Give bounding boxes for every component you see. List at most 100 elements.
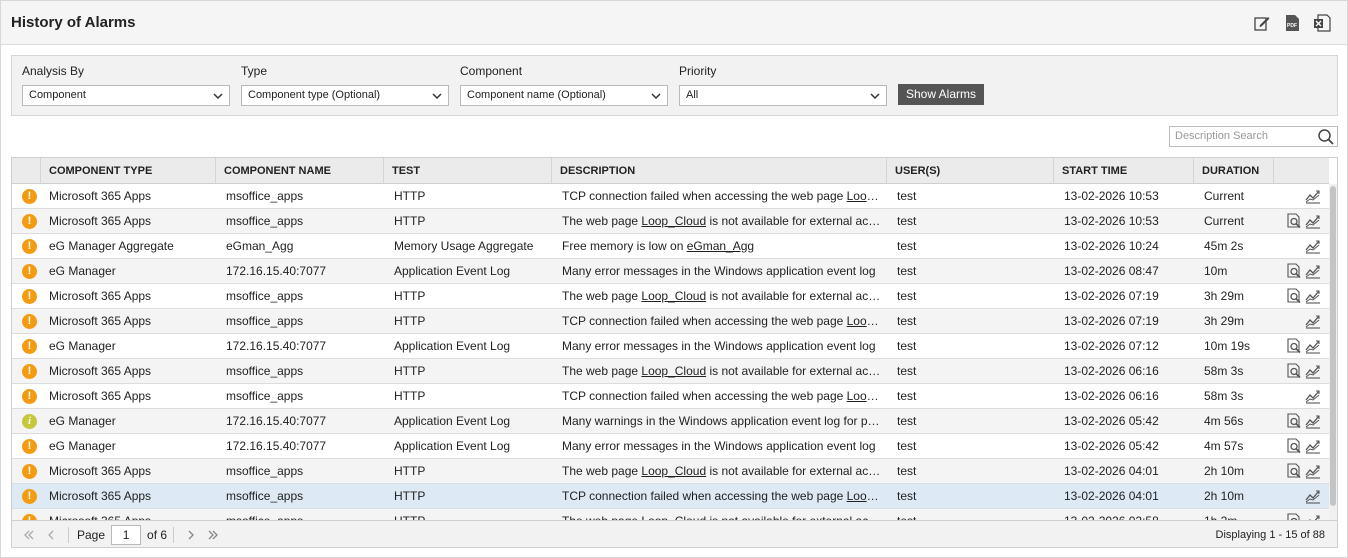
detail-diagnosis-icon[interactable] (1286, 463, 1302, 479)
cell-duration: 45m 2s (1204, 239, 1244, 253)
alert-severity-icon: ! (22, 464, 37, 479)
detail-diagnosis-icon[interactable] (1286, 413, 1302, 429)
table-row[interactable]: !Microsoft 365 Appsmsoffice_appsHTTPThe … (12, 284, 1329, 309)
table-row[interactable]: ! Microsoft 365 Apps msoffice_apps HTTP TCP … (12, 384, 1329, 409)
cell-start-time: 13-02-2026 07:12 (1064, 339, 1159, 353)
table-row[interactable]: ! Microsoft 365 Apps msoffice_apps HTTP TCP … (12, 484, 1329, 509)
search-icon[interactable] (1317, 128, 1335, 146)
description-link[interactable]: Loop_Cloud (847, 389, 882, 403)
trend-graph-icon[interactable] (1305, 488, 1321, 504)
table-row[interactable]: ! eG Manager 172.16.15.40:7077 Application … (12, 334, 1329, 359)
pdf-icon[interactable]: PDF (1283, 14, 1301, 32)
column-header-duration[interactable]: DURATION (1194, 158, 1274, 184)
detail-diagnosis-icon[interactable] (1286, 363, 1302, 379)
row-actions (1286, 338, 1321, 354)
detail-diagnosis-icon[interactable] (1286, 288, 1302, 304)
cell-component-type: Microsoft 365 Apps (49, 289, 152, 303)
edit-icon[interactable] (1253, 14, 1271, 32)
description-link[interactable]: Loop_Cloud (847, 314, 882, 328)
table-row[interactable]: !Microsoft 365 Appsmsoffice_appsHTTPThe … (12, 209, 1329, 234)
table-row[interactable]: ! Microsoft 365 Apps msoffice_apps HTTP TCP … (12, 184, 1329, 209)
cell-component-type: eG Manager (49, 439, 116, 453)
description-link[interactable]: eGman_Agg (687, 239, 754, 253)
row-actions (1286, 438, 1321, 454)
last-page-icon[interactable] (202, 524, 224, 546)
cell-start-time: 13-02-2026 07:19 (1064, 289, 1159, 303)
component-group: Component Component name (Optional) (460, 64, 668, 106)
prev-page-icon[interactable] (40, 524, 62, 546)
column-header-description[interactable]: DESCRIPTION (552, 158, 887, 184)
table-header: COMPONENT TYPE COMPONENT NAME TEST DESCR… (12, 158, 1329, 184)
vertical-scrollbar[interactable] (1329, 184, 1337, 520)
table-row[interactable]: !Microsoft 365 Appsmsoffice_appsHTTPThe … (12, 359, 1329, 384)
trend-graph-icon[interactable] (1305, 313, 1321, 329)
trend-graph-icon[interactable] (1305, 388, 1321, 404)
table-row[interactable]: !Microsoft 365 Appsmsoffice_appsHTTPThe … (12, 459, 1329, 484)
cell-start-time: 13-02-2026 08:47 (1064, 264, 1159, 278)
cell-users: test (897, 364, 917, 378)
excel-icon[interactable] (1313, 13, 1331, 32)
detail-diagnosis-icon[interactable] (1286, 338, 1302, 354)
trend-graph-icon[interactable] (1305, 238, 1321, 254)
trend-graph-icon[interactable] (1305, 263, 1321, 279)
description-link[interactable]: Loop_Cloud (641, 364, 706, 378)
cell-duration: 4m 56s (1204, 414, 1244, 428)
column-header-component-type[interactable]: COMPONENT TYPE (41, 158, 216, 184)
cell-start-time: 13-02-2026 02:58 (1064, 509, 1199, 520)
table-row[interactable]: ! eG Manager 172.16.15.40:7077 Application … (12, 434, 1329, 459)
priority-group: Priority All (679, 64, 887, 106)
analysis-by-select[interactable]: Component (22, 85, 230, 106)
row-actions (1286, 263, 1321, 279)
alert-severity-icon: ! (22, 314, 37, 329)
cell-component-name: msoffice_apps (226, 489, 304, 503)
scrollbar-thumb[interactable] (1330, 186, 1336, 506)
description-link[interactable]: Loop_Cloud (641, 464, 706, 478)
page-number-input[interactable]: 1 (111, 524, 142, 545)
column-header-component-name[interactable]: COMPONENT NAME (216, 158, 384, 184)
table-row[interactable]: !Microsoft 365 Appsmsoffice_appsHTTPThe … (12, 509, 1329, 520)
cell-duration: 3h 29m (1204, 314, 1245, 328)
cell-test: HTTP (394, 464, 426, 478)
cell-component-name: msoffice_apps (226, 364, 304, 378)
trend-graph-icon[interactable] (1305, 413, 1321, 429)
description-text: is not available for external access (706, 214, 882, 228)
cell-test: Application Event Log (394, 439, 511, 453)
description-link[interactable]: Loop_Cloud (847, 489, 882, 503)
show-alarms-button[interactable]: Show Alarms (898, 84, 984, 105)
cell-test: Application Event Log (394, 414, 511, 428)
trend-graph-icon[interactable] (1305, 288, 1321, 304)
page-label: Page (77, 527, 106, 542)
column-header-users[interactable]: USER(S) (887, 158, 1054, 184)
cell-duration: Current (1204, 214, 1245, 228)
description-link[interactable]: Loop_Cloud (847, 189, 882, 203)
trend-graph-icon[interactable] (1305, 213, 1321, 229)
trend-graph-icon[interactable] (1305, 513, 1321, 520)
component-select[interactable]: Component name (Optional) (460, 85, 668, 106)
trend-graph-icon[interactable] (1305, 338, 1321, 354)
first-page-icon[interactable] (18, 524, 40, 546)
trend-graph-icon[interactable] (1305, 363, 1321, 379)
detail-diagnosis-icon[interactable] (1286, 513, 1302, 520)
description-link[interactable]: Loop_Cloud (641, 214, 706, 228)
table-row[interactable]: ! Microsoft 365 Apps msoffice_apps HTTP TCP … (12, 309, 1329, 334)
description-search-input[interactable]: Description Search (1169, 126, 1338, 147)
priority-select[interactable]: All (679, 85, 887, 106)
trend-graph-icon[interactable] (1305, 188, 1321, 204)
description-text: is not available for external access (706, 464, 882, 478)
detail-diagnosis-icon[interactable] (1286, 213, 1302, 229)
table-row[interactable]: i eG Manager 172.16.15.40:7077 Application … (12, 409, 1329, 434)
column-header-start-time[interactable]: START TIME (1054, 158, 1194, 184)
trend-graph-icon[interactable] (1305, 438, 1321, 454)
row-actions (1305, 488, 1321, 504)
column-header-test[interactable]: TEST (384, 158, 552, 184)
description-link[interactable]: Loop_Cloud (641, 289, 706, 303)
next-page-icon[interactable] (180, 524, 202, 546)
detail-diagnosis-icon[interactable] (1286, 438, 1302, 454)
type-select[interactable]: Component type (Optional) (241, 85, 449, 106)
detail-diagnosis-icon[interactable] (1286, 263, 1302, 279)
table-row[interactable]: ! eG Manager Aggregate eGman_Agg Memory Usa… (12, 234, 1329, 259)
cell-users: test (897, 314, 917, 328)
table-row[interactable]: ! eG Manager 172.16.15.40:7077 Application … (12, 259, 1329, 284)
trend-graph-icon[interactable] (1305, 463, 1321, 479)
cell-users: test (897, 509, 1057, 520)
